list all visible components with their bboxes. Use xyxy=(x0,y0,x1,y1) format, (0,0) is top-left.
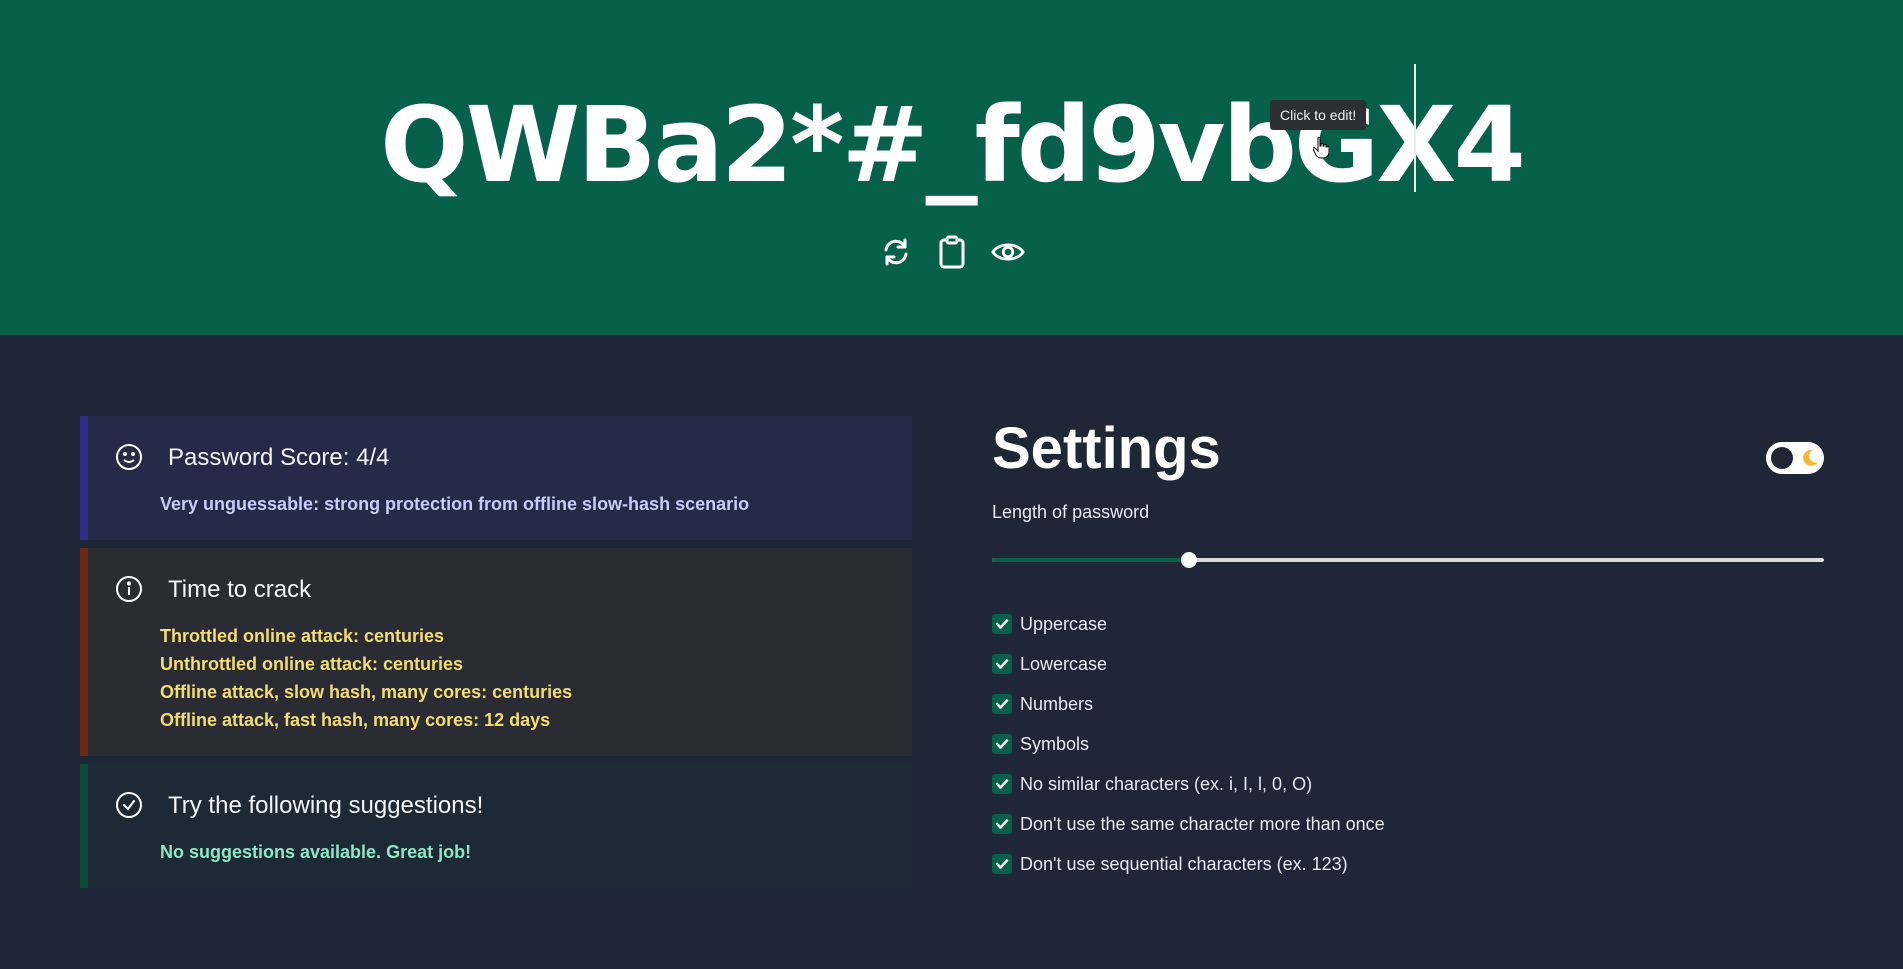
time-to-crack-card: Time to crack Throttled online attack: c… xyxy=(80,548,912,756)
checkbox[interactable] xyxy=(992,654,1012,674)
length-slider[interactable] xyxy=(992,548,1824,572)
time-to-crack-list: Throttled online attack: centuries Unthr… xyxy=(160,622,572,734)
edit-tooltip: Click to edit! xyxy=(1270,100,1367,130)
suggestions-list: No suggestions available. Great job! xyxy=(160,838,471,866)
crack-line: Offline attack, fast hash, many cores: 1… xyxy=(160,710,551,730)
length-label: Length of password xyxy=(992,502,1150,522)
regenerate-icon xyxy=(884,238,907,266)
regenerate-button[interactable] xyxy=(879,232,913,272)
option-label: No similar characters (ex. i, I, l, 0, O… xyxy=(1020,773,1313,794)
checkbox[interactable] xyxy=(992,694,1012,714)
option-symbols[interactable]: Symbols xyxy=(992,724,1385,764)
show-password-button[interactable] xyxy=(990,232,1025,272)
password-display-area: QWBa2*#_fd9vbGX4 xyxy=(0,80,1903,210)
password-score-title: Password Score: 4/4 xyxy=(168,444,390,471)
option-numbers[interactable]: Numbers xyxy=(992,684,1385,724)
option-label: Numbers xyxy=(1020,693,1094,714)
hand-pointer-icon xyxy=(1313,137,1329,159)
toggle-knob xyxy=(1771,447,1793,469)
option-uppercase[interactable]: Uppercase xyxy=(992,604,1385,644)
theme-toggle[interactable] xyxy=(1766,442,1824,474)
crack-line: Offline attack, slow hash, many cores: c… xyxy=(160,682,573,702)
checkbox[interactable] xyxy=(992,614,1012,634)
checkbox[interactable] xyxy=(992,854,1012,874)
smile-icon xyxy=(116,444,142,470)
password-actions xyxy=(0,232,1903,272)
copy-button[interactable] xyxy=(935,232,969,272)
card-line: Very unguessable: strong protection from… xyxy=(160,494,750,514)
option-label: Symbols xyxy=(1020,733,1090,754)
info-icon xyxy=(116,576,142,602)
check-icon xyxy=(995,659,1009,669)
password-score-card: Password Score: 4/4 Very unguessable: st… xyxy=(80,416,912,540)
check-icon xyxy=(995,619,1009,629)
checkbox[interactable] xyxy=(992,814,1012,834)
crack-line: Unthrottled online attack: centuries xyxy=(160,654,464,674)
slider-fill xyxy=(992,558,1190,562)
suggestions-card: Try the following suggestions! No sugges… xyxy=(80,764,912,888)
settings-title: Settings xyxy=(992,416,1221,481)
option-no-repeat[interactable]: Don't use the same character more than o… xyxy=(992,804,1385,844)
check-icon xyxy=(995,819,1009,829)
suggestions-title: Try the following suggestions! xyxy=(168,792,484,819)
time-to-crack-title: Time to crack xyxy=(168,576,312,603)
check-circle-icon xyxy=(116,792,142,818)
checkbox[interactable] xyxy=(992,734,1012,754)
crack-line: Throttled online attack: centuries xyxy=(160,626,445,646)
moon-icon xyxy=(1803,449,1818,466)
password-header: QWBa2*#_fd9vbGX4 Click to edit! xyxy=(0,0,1903,335)
checkbox[interactable] xyxy=(992,774,1012,794)
text-caret xyxy=(1414,64,1416,192)
option-no-similar[interactable]: No similar characters (ex. i, I, l, 0, O… xyxy=(992,764,1385,804)
check-icon xyxy=(995,779,1009,789)
check-icon xyxy=(995,859,1009,869)
check-icon xyxy=(995,699,1009,709)
suggestion-line: No suggestions available. Great job! xyxy=(160,842,472,862)
clipboard-icon xyxy=(939,235,964,269)
option-no-sequential[interactable]: Don't use sequential characters (ex. 123… xyxy=(992,844,1385,884)
options-list: Uppercase Lowercase Numbers Symbols No s… xyxy=(992,604,1385,884)
option-label: Uppercase xyxy=(1020,613,1108,634)
option-label: Don't use the same character more than o… xyxy=(1020,813,1385,834)
eye-icon xyxy=(990,243,1025,261)
option-label: Don't use sequential characters (ex. 123… xyxy=(1020,853,1348,874)
password-score-description: Very unguessable: strong protection from… xyxy=(160,490,749,518)
option-lowercase[interactable]: Lowercase xyxy=(992,644,1385,684)
slider-thumb[interactable] xyxy=(1181,552,1198,568)
option-label: Lowercase xyxy=(1020,653,1108,674)
check-icon xyxy=(995,739,1009,749)
